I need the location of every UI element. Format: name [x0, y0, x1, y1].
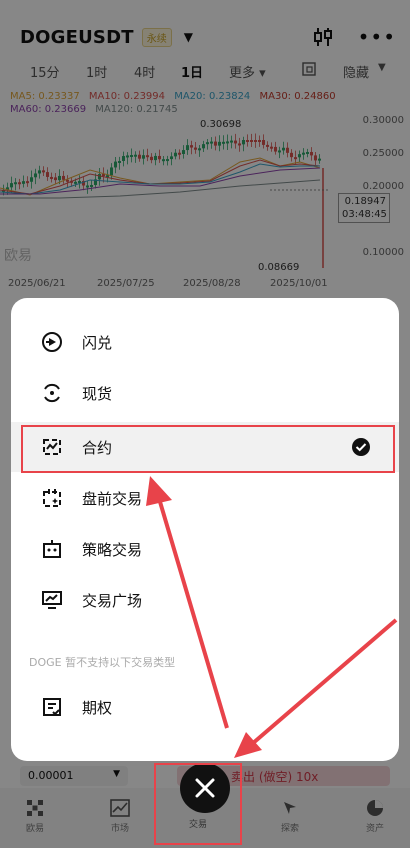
arrow-to-trade-tab — [234, 618, 398, 758]
annotation-arrows — [146, 476, 398, 758]
arrow-to-contract — [146, 476, 229, 729]
